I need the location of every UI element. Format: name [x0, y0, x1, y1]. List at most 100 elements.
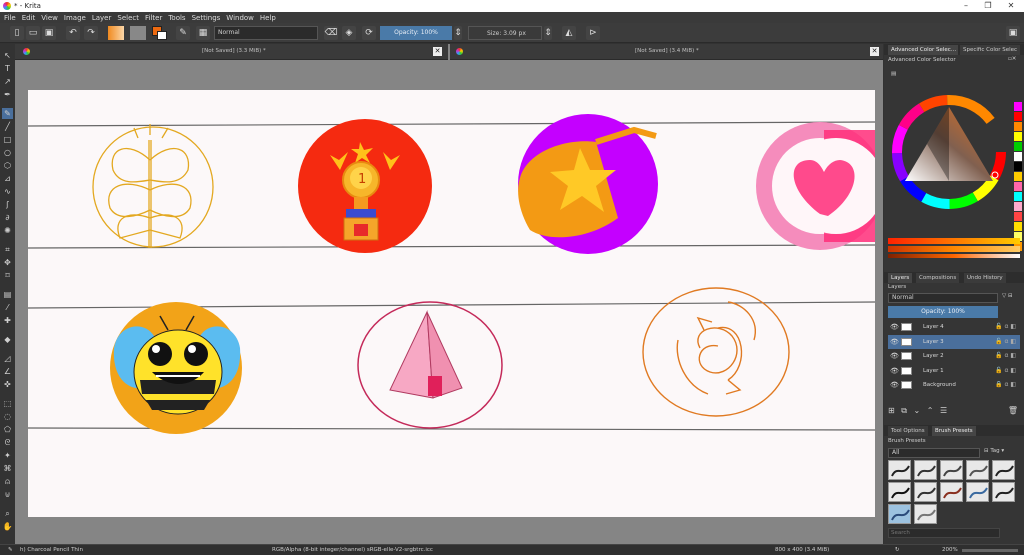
layer-lock-alpha-icons[interactable]: 🔓 α ◧: [995, 335, 1016, 349]
current-brush-name[interactable]: h) Charcoal Pencil Thin: [20, 547, 83, 553]
bezier-tool-icon[interactable]: ∿: [2, 186, 13, 197]
size-slider[interactable]: Size: 3.09 px: [468, 26, 542, 40]
minimize-icon[interactable]: –: [955, 0, 977, 12]
palette-swatch[interactable]: [1014, 172, 1022, 181]
zoom-tool-icon[interactable]: ⌕: [2, 508, 13, 519]
brush-tag-button[interactable]: ⊟ Tag ▾: [984, 448, 1004, 454]
palette-swatch[interactable]: [1014, 192, 1022, 201]
visibility-eye-icon[interactable]: 👁: [890, 378, 899, 392]
mirror-horizontal-icon[interactable]: ◭: [562, 26, 576, 40]
smart-patch-icon[interactable]: ✚: [2, 315, 13, 326]
move-up-icon[interactable]: ⌃: [927, 406, 934, 415]
delete-layer-icon[interactable]: 🗑: [1008, 406, 1018, 415]
opacity-slider[interactable]: Opacity: 100%: [380, 26, 452, 40]
foreground-background-color[interactable]: [152, 26, 168, 40]
tab-advanced-color-selector[interactable]: Advanced Color Selec...: [888, 45, 958, 55]
move-down-icon[interactable]: ⌄: [914, 406, 921, 415]
visibility-eye-icon[interactable]: 👁: [890, 335, 899, 349]
palette-swatch[interactable]: [1014, 162, 1022, 171]
new-document-icon[interactable]: ▯: [10, 26, 24, 40]
mirror-vertical-icon[interactable]: ⊳: [586, 26, 600, 40]
visibility-eye-icon[interactable]: 👁: [890, 320, 899, 334]
brush-preset[interactable]: [888, 482, 911, 502]
palette-swatch[interactable]: [1014, 112, 1022, 121]
brush-tag-filter-select[interactable]: All: [888, 448, 980, 458]
line-tool-icon[interactable]: ╱: [2, 121, 13, 132]
menu-select[interactable]: Select: [117, 14, 139, 22]
measure-tool-icon[interactable]: ∠: [2, 366, 13, 377]
polyline-tool-icon[interactable]: ⊿: [2, 173, 13, 184]
rectangle-tool-icon[interactable]: □: [2, 134, 13, 145]
open-document-icon[interactable]: ▭: [26, 26, 40, 40]
layer-properties-icon[interactable]: ☰: [940, 406, 947, 415]
tab-layers[interactable]: Layers: [888, 273, 913, 283]
edit-shapes-icon[interactable]: ↗: [2, 76, 13, 87]
brush-presets-icon[interactable]: ▦: [196, 26, 210, 40]
layer-lock-alpha-icons[interactable]: 🔓 α ◧: [995, 364, 1016, 378]
ellipse-tool-icon[interactable]: ○: [2, 147, 13, 158]
freehand-select-icon[interactable]: ᘓ: [2, 437, 13, 448]
reference-tool-icon[interactable]: ✜: [2, 379, 13, 390]
brush-preset[interactable]: [914, 504, 937, 524]
color-picker-icon[interactable]: ⁄: [2, 302, 13, 313]
menu-layer[interactable]: Layer: [92, 14, 112, 22]
value-slider[interactable]: [888, 254, 1020, 258]
close-icon[interactable]: ✕: [1000, 0, 1022, 12]
document-tab-1[interactable]: [Not Saved] (3.3 MiB) * ✕: [15, 44, 448, 60]
text-tool-icon[interactable]: T: [2, 63, 13, 74]
contiguous-select-icon[interactable]: ✦: [2, 450, 13, 461]
magnetic-select-icon[interactable]: ⊍: [2, 489, 13, 500]
maximize-icon[interactable]: ❐: [977, 0, 999, 12]
transform-tool-icon[interactable]: ⌑: [2, 270, 13, 281]
shade-slider[interactable]: [888, 246, 1020, 252]
brush-preset[interactable]: [888, 504, 911, 524]
eraser-mode-icon[interactable]: ⌫: [324, 26, 338, 40]
polygon-tool-icon[interactable]: ⬡: [2, 160, 13, 171]
ellipse-select-icon[interactable]: ◌: [2, 411, 13, 422]
brush-preset[interactable]: [992, 460, 1015, 480]
menu-view[interactable]: View: [41, 14, 58, 22]
palette-swatch[interactable]: [1014, 122, 1022, 131]
palette-swatch[interactable]: [1014, 202, 1022, 211]
brush-preset[interactable]: [888, 460, 911, 480]
dynamic-brush-icon[interactable]: ∂: [2, 212, 13, 223]
close-document-icon[interactable]: ✕: [870, 47, 879, 56]
freehand-path-icon[interactable]: ʃ: [2, 199, 13, 210]
color-palette-strip[interactable]: [1014, 102, 1022, 252]
menu-file[interactable]: File: [4, 14, 16, 22]
visibility-eye-icon[interactable]: 👁: [890, 349, 899, 363]
edit-brush-settings-icon[interactable]: ✎: [176, 26, 190, 40]
layer-lock-alpha-icons[interactable]: 🔓 α ◧: [995, 320, 1016, 334]
redo-icon[interactable]: ↷: [84, 26, 98, 40]
layer-lock-alpha-icons[interactable]: 🔓 α ◧: [995, 349, 1016, 363]
close-document-icon[interactable]: ✕: [433, 47, 442, 56]
select-shapes-icon[interactable]: ↖: [2, 50, 13, 61]
fill-tool-icon[interactable]: ◆: [2, 334, 13, 345]
workspace-chooser-icon[interactable]: ▣: [1006, 26, 1020, 40]
drawing-canvas[interactable]: 1: [28, 90, 875, 517]
tab-brush-presets[interactable]: Brush Presets: [932, 426, 976, 436]
multibrush-icon[interactable]: ✺: [2, 225, 13, 236]
move-tool-icon[interactable]: ✥: [2, 257, 13, 268]
layer-row[interactable]: 👁 Background 🔒 α ◧: [888, 378, 1020, 392]
zoom-level[interactable]: 200%: [942, 547, 958, 553]
menu-filter[interactable]: Filter: [145, 14, 162, 22]
size-stepper[interactable]: ⇕: [544, 26, 552, 40]
gradient-swatch[interactable]: [108, 26, 124, 40]
preserve-alpha-icon[interactable]: ◈: [342, 26, 356, 40]
color-wheel[interactable]: [891, 89, 1007, 215]
opacity-stepper[interactable]: ⇕: [454, 26, 462, 40]
crop-tool-icon[interactable]: ⌗: [2, 244, 13, 255]
menu-edit[interactable]: Edit: [22, 14, 36, 22]
layer-row[interactable]: 👁 Layer 3 🔓 α ◧: [888, 334, 1020, 349]
visibility-eye-icon[interactable]: 👁: [890, 364, 899, 378]
palette-swatch[interactable]: [1014, 182, 1022, 191]
brush-search-input[interactable]: [888, 528, 1000, 538]
brush-preset[interactable]: [914, 482, 937, 502]
palette-swatch[interactable]: [1014, 132, 1022, 141]
layer-row[interactable]: 👁 Layer 4 🔓 α ◧: [888, 320, 1020, 334]
menu-settings[interactable]: Settings: [192, 14, 221, 22]
document-tab-2[interactable]: [Not Saved] (3.4 MiB) * ✕: [450, 44, 883, 60]
tab-compositions[interactable]: Compositions: [916, 273, 960, 283]
layer-row[interactable]: 👁 Layer 2 🔓 α ◧: [888, 349, 1020, 363]
